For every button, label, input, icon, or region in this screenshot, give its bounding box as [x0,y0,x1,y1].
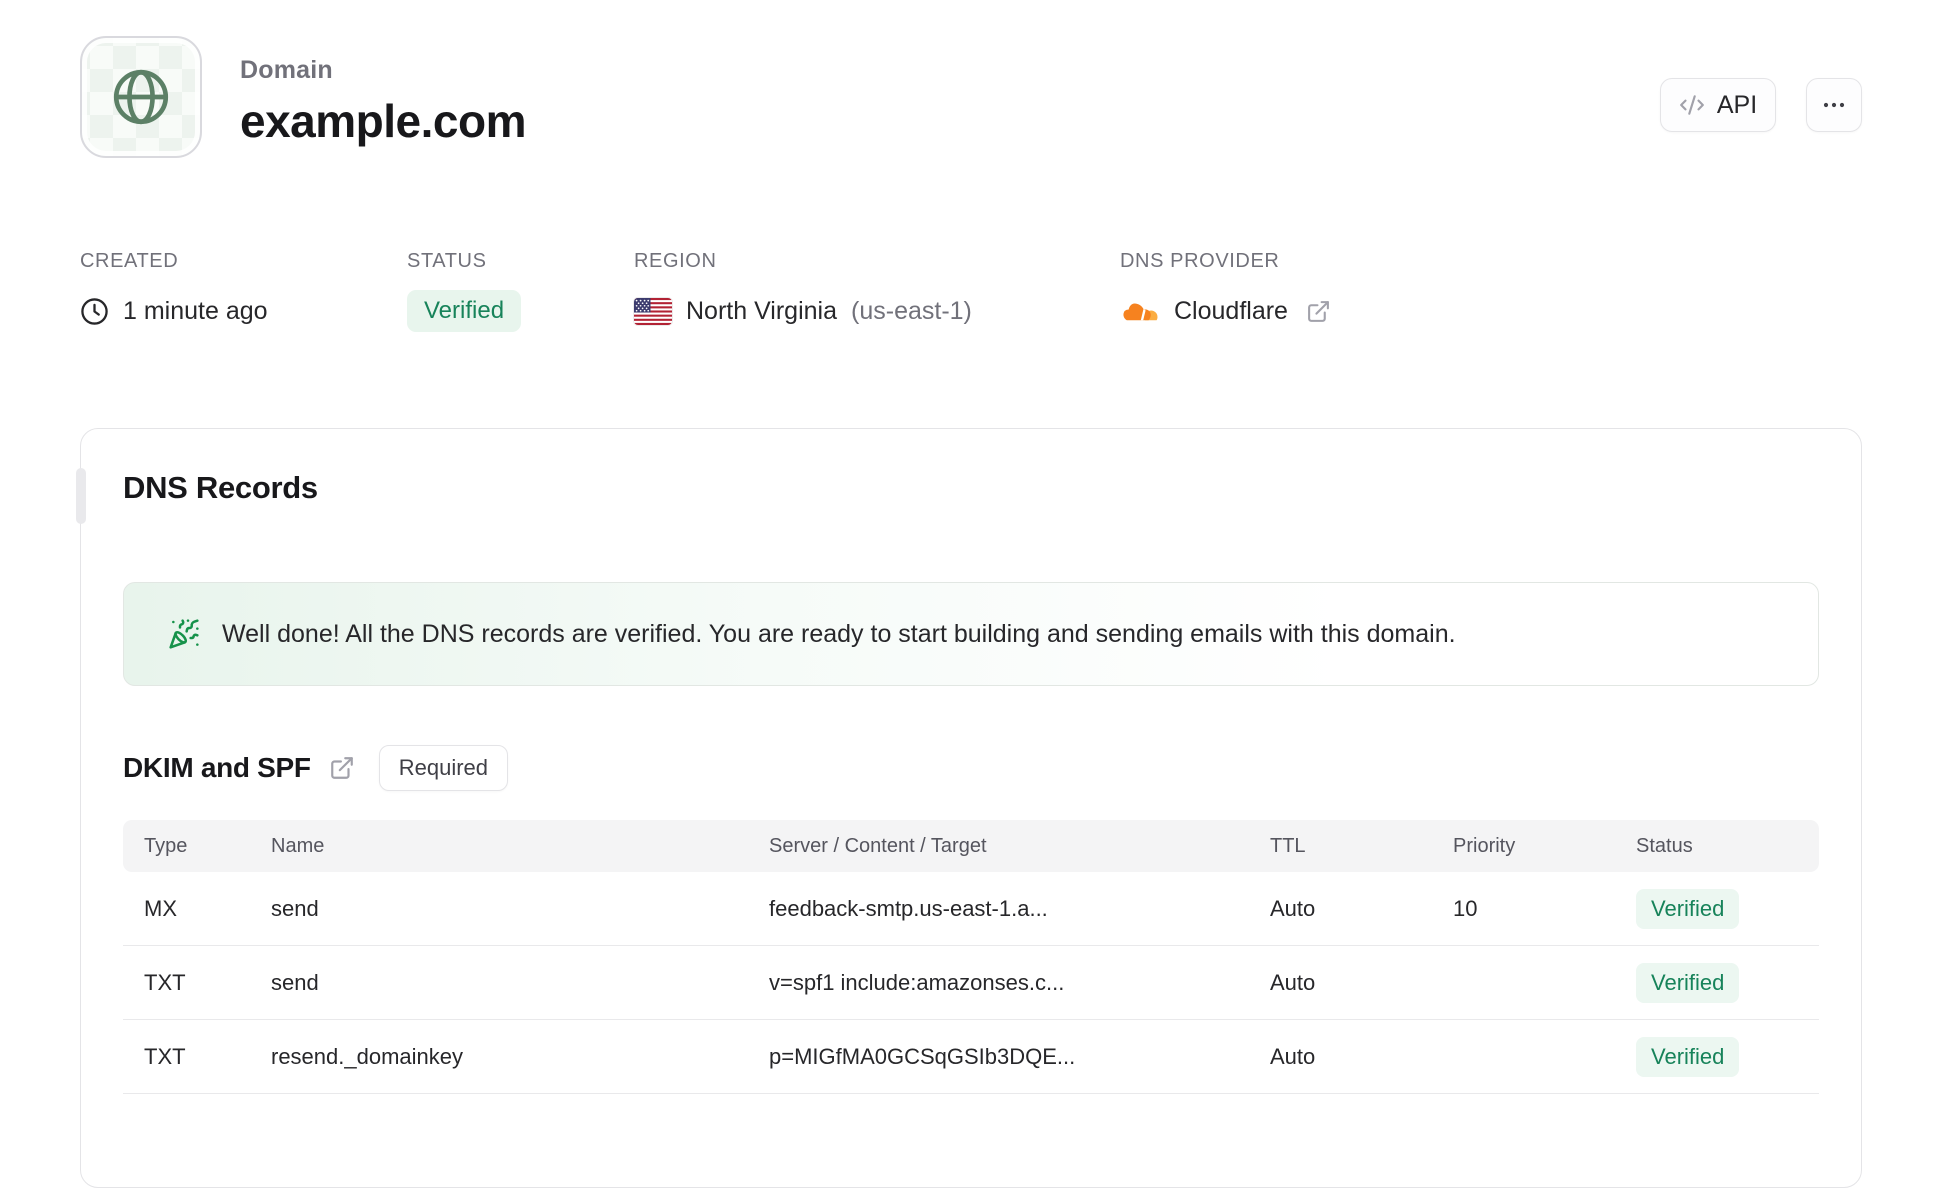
created-value: 1 minute ago [123,296,268,325]
status-badge: Verified [407,290,522,332]
record-ttl: Auto [1270,895,1316,921]
required-badge: Required [378,745,509,791]
page-title: example.com [240,95,526,147]
meta-status: STATUS Verified [407,250,522,332]
ellipsis-icon [1822,93,1846,117]
dns-records-card: DNS Records Well done! All the DNS recor… [76,428,1862,1188]
success-banner-message: Well done! All the DNS records are verif… [222,619,1456,648]
record-type: TXT [144,1043,186,1069]
header-actions: API [1660,78,1862,132]
globe-icon [108,64,174,130]
dns-provider-label: DNS PROVIDER [1120,250,1280,272]
region-code: (us-east-1) [851,296,972,325]
created-label: CREATED [80,250,179,272]
meta-region: REGION North Virginia (us-east-1) [634,250,972,332]
api-button-label: API [1716,90,1758,119]
dns-records-title: DNS Records [123,470,318,505]
record-priority: 10 [1453,895,1478,921]
region-label: REGION [634,250,717,272]
cloudflare-icon [1120,296,1160,326]
record-status-badge: Verified [1636,962,1740,1003]
dns-records-table: Type Name Server / Content / Target TTL … [123,820,1819,1094]
meta-created: CREATED 1 minute ago [80,250,268,332]
external-link-icon[interactable] [329,755,355,781]
record-content: feedback-smtp.us-east-1.a... [769,895,1048,921]
record-type: TXT [144,969,186,995]
column-header-priority: Priority [1453,834,1516,857]
record-type: MX [144,895,177,921]
status-label: STATUS [407,250,487,272]
success-banner: Well done! All the DNS records are verif… [123,582,1819,686]
column-header-status: Status [1636,834,1693,857]
table-header-row: Type Name Server / Content / Target TTL … [123,820,1819,872]
domain-avatar [80,36,202,158]
more-options-button[interactable] [1806,78,1862,132]
column-header-type: Type [144,834,188,857]
party-popper-icon [168,618,200,650]
us-flag-icon [634,297,672,325]
table-row[interactable]: MX send feedback-smtp.us-east-1.a... Aut… [123,872,1819,946]
column-header-content: Server / Content / Target [769,834,987,857]
record-ttl: Auto [1270,1043,1316,1069]
dns-provider-value[interactable]: Cloudflare [1174,297,1288,326]
record-status-badge: Verified [1636,1036,1740,1077]
table-row[interactable]: TXT send v=spf1 include:amazonses.c... A… [123,946,1819,1020]
column-header-name: Name [271,834,325,857]
dkim-spf-title: DKIM and SPF [123,752,311,783]
api-button[interactable]: API [1660,78,1776,132]
dkim-spf-section-header: DKIM and SPF Required [123,744,1819,792]
record-status-badge: Verified [1636,888,1740,929]
region-value: North Virginia [686,296,838,325]
page-header-label: Domain [240,56,333,84]
code-icon [1679,92,1705,118]
record-name: send [271,895,319,921]
column-header-ttl: TTL [1270,834,1306,857]
record-content: p=MIGfMA0GCSqGSIb3DQE... [769,1043,1076,1069]
record-name: resend._domainkey [271,1043,464,1069]
page-header: Domain example.com [240,56,526,148]
table-row[interactable]: TXT resend._domainkey p=MIGfMA0GCSqGSIb3… [123,1020,1819,1094]
card-accent-bar [76,468,86,524]
clock-icon [80,297,109,326]
meta-dns-provider: DNS PROVIDER Cloudflare [1120,250,1331,332]
record-ttl: Auto [1270,969,1316,995]
external-link-icon[interactable] [1306,299,1331,324]
record-content: v=spf1 include:amazonses.c... [769,969,1065,995]
record-name: send [271,969,319,995]
